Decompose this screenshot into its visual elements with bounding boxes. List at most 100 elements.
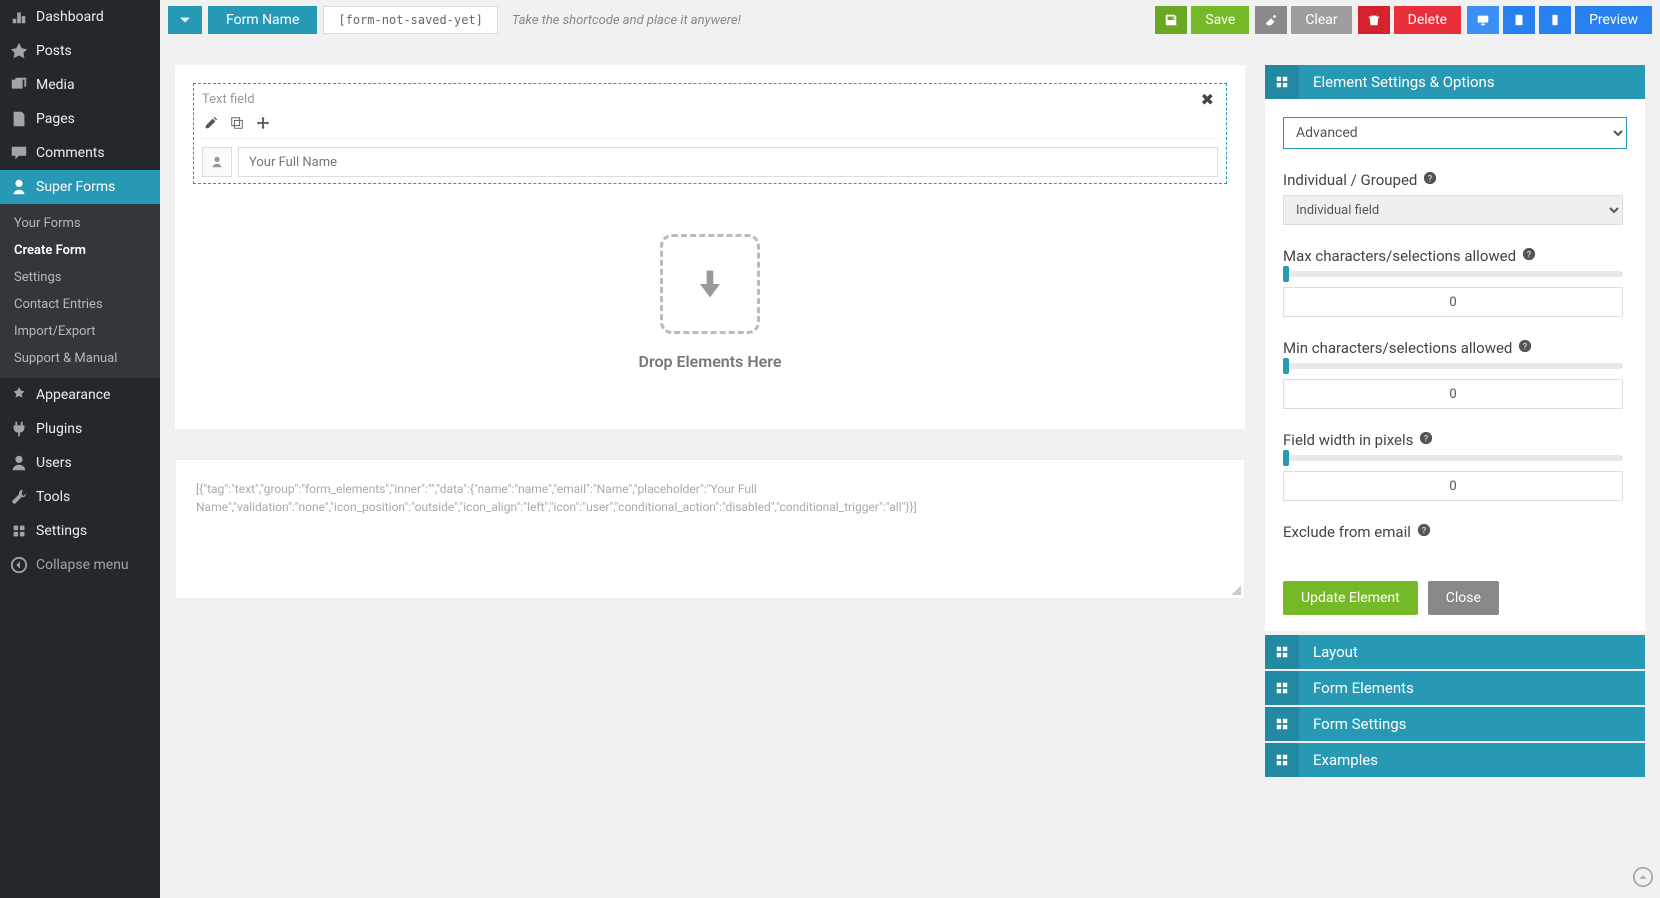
help-icon[interactable]: ? [1423,171,1437,189]
move-icon[interactable] [256,116,270,130]
text-field-input[interactable] [238,147,1218,177]
element-settings-header[interactable]: Element Settings & Options [1265,65,1645,99]
settings-scroll[interactable]: Individual / Grouped ? Individual field … [1283,149,1627,547]
slider-handle[interactable] [1283,450,1289,466]
delete-icon-button[interactable] [1358,6,1390,34]
sidebar-item-media[interactable]: Media [0,68,160,102]
preview-button[interactable]: Preview [1575,6,1652,34]
canvas-column: Text field ✖ [175,65,1245,898]
shortcode-display[interactable]: [form-not-saved-yet] [323,6,498,34]
drop-box [660,234,760,334]
accordion-title: Examples [1299,743,1645,777]
clear-button[interactable]: Clear [1291,6,1351,34]
clear-group: Clear [1255,6,1351,34]
sidebar-label: Settings [36,523,87,539]
media-icon [10,76,28,94]
drop-zone[interactable]: Drop Elements Here [193,184,1227,411]
content-wrap: Text field ✖ [160,40,1660,898]
help-icon[interactable]: ? [1522,247,1536,265]
preview-tablet-button[interactable] [1503,6,1535,34]
delete-button[interactable]: Delete [1394,6,1461,34]
save-button[interactable]: Save [1191,6,1249,34]
sidebar-sub-contact-entries[interactable]: Contact Entries [0,291,160,318]
sidebar-label: Media [36,77,75,93]
grid-icon [1265,635,1299,669]
maxchars-slider[interactable] [1283,271,1623,277]
sidebar-sub-settings[interactable]: Settings [0,264,160,291]
svg-text:?: ? [1527,251,1531,261]
grid-icon [1265,743,1299,777]
sidebar-sub-import-export[interactable]: Import/Export [0,318,160,345]
grouped-select[interactable]: Individual field [1283,195,1623,225]
accordion: Layout Form Elements Form Settings Examp… [1265,635,1645,777]
clear-icon-button[interactable] [1255,6,1287,34]
slider-handle[interactable] [1283,358,1289,374]
update-element-button[interactable]: Update Element [1283,581,1418,615]
accordion-form-elements[interactable]: Form Elements [1265,671,1645,705]
form-name-display[interactable]: Form Name [208,6,317,34]
form-collapse-toggle[interactable] [168,6,202,34]
svg-text:?: ? [1523,343,1527,353]
user-icon [210,155,224,169]
sidebar-item-plugins[interactable]: Plugins [0,412,160,446]
sidebar-item-appearance[interactable]: Appearance [0,378,160,412]
preview-desktop-button[interactable] [1467,6,1499,34]
shortcode-hint: Take the shortcode and place it anywere! [504,13,741,28]
delete-group: Delete [1358,6,1461,34]
sidebar-item-super-forms[interactable]: Super Forms [0,170,160,204]
help-icon[interactable]: ? [1419,431,1433,449]
sidebar-collapse[interactable]: Collapse menu [0,548,160,582]
sidebar-item-settings[interactable]: Settings [0,514,160,548]
sidebar-item-pages[interactable]: Pages [0,102,160,136]
sidebar-item-comments[interactable]: Comments [0,136,160,170]
mode-select[interactable]: Advanced [1283,117,1627,149]
setting-label: Max characters/selections allowed ? [1283,247,1623,265]
preview-mobile-button[interactable] [1539,6,1571,34]
slider-handle[interactable] [1283,266,1289,282]
sidebar-item-dashboard[interactable]: Dashboard [0,0,160,34]
sidebar-sub-support[interactable]: Support & Manual [0,345,160,372]
accordion-examples[interactable]: Examples [1265,743,1645,777]
duplicate-icon[interactable] [230,116,244,130]
collapse-icon [10,556,28,574]
preview-group: Preview [1467,6,1652,34]
accordion-form-settings[interactable]: Form Settings [1265,707,1645,741]
topbar: Form Name [form-not-saved-yet] Take the … [160,0,1660,40]
save-icon-button[interactable] [1155,6,1187,34]
maxchars-input[interactable] [1283,287,1623,317]
accordion-title: Form Settings [1299,707,1645,741]
setting-label: Exclude from email ? [1283,523,1623,541]
grid-icon [1265,65,1299,99]
setting-label: Min characters/selections allowed ? [1283,339,1623,357]
scroll-top-button[interactable] [1632,866,1654,892]
canvas-element-text-field[interactable]: Text field ✖ [193,83,1227,184]
setting-exclude: Exclude from email ? [1283,523,1623,541]
accordion-layout[interactable]: Layout [1265,635,1645,669]
width-input[interactable] [1283,471,1623,501]
setting-grouped: Individual / Grouped ? Individual field [1283,171,1623,225]
minchars-slider[interactable] [1283,363,1623,369]
minchars-input[interactable] [1283,379,1623,409]
mobile-icon [1548,13,1562,27]
help-icon[interactable]: ? [1518,339,1532,357]
sidebar-sub-create-form[interactable]: Create Form [0,237,160,264]
dashboard-icon [10,8,28,26]
comments-icon [10,144,28,162]
edit-icon[interactable] [204,116,218,130]
element-remove-button[interactable]: ✖ [1197,90,1218,109]
setting-label: Individual / Grouped ? [1283,171,1623,189]
sidebar-submenu: Your Forms Create Form Settings Contact … [0,204,160,378]
settings-actions: Update Element Close [1265,565,1645,631]
help-icon[interactable]: ? [1417,523,1431,541]
sidebar-item-posts[interactable]: Posts [0,34,160,68]
sidebar-sub-your-forms[interactable]: Your Forms [0,210,160,237]
width-slider[interactable] [1283,455,1623,461]
close-button[interactable]: Close [1428,581,1499,615]
json-output[interactable]: [{"tag":"text","group":"form_elements","… [175,459,1245,599]
sidebar-label: Collapse menu [36,557,129,573]
svg-text:?: ? [1422,527,1426,537]
element-toolbar [202,112,1218,139]
sidebar-item-tools[interactable]: Tools [0,480,160,514]
sidebar-item-users[interactable]: Users [0,446,160,480]
users-icon [10,454,28,472]
